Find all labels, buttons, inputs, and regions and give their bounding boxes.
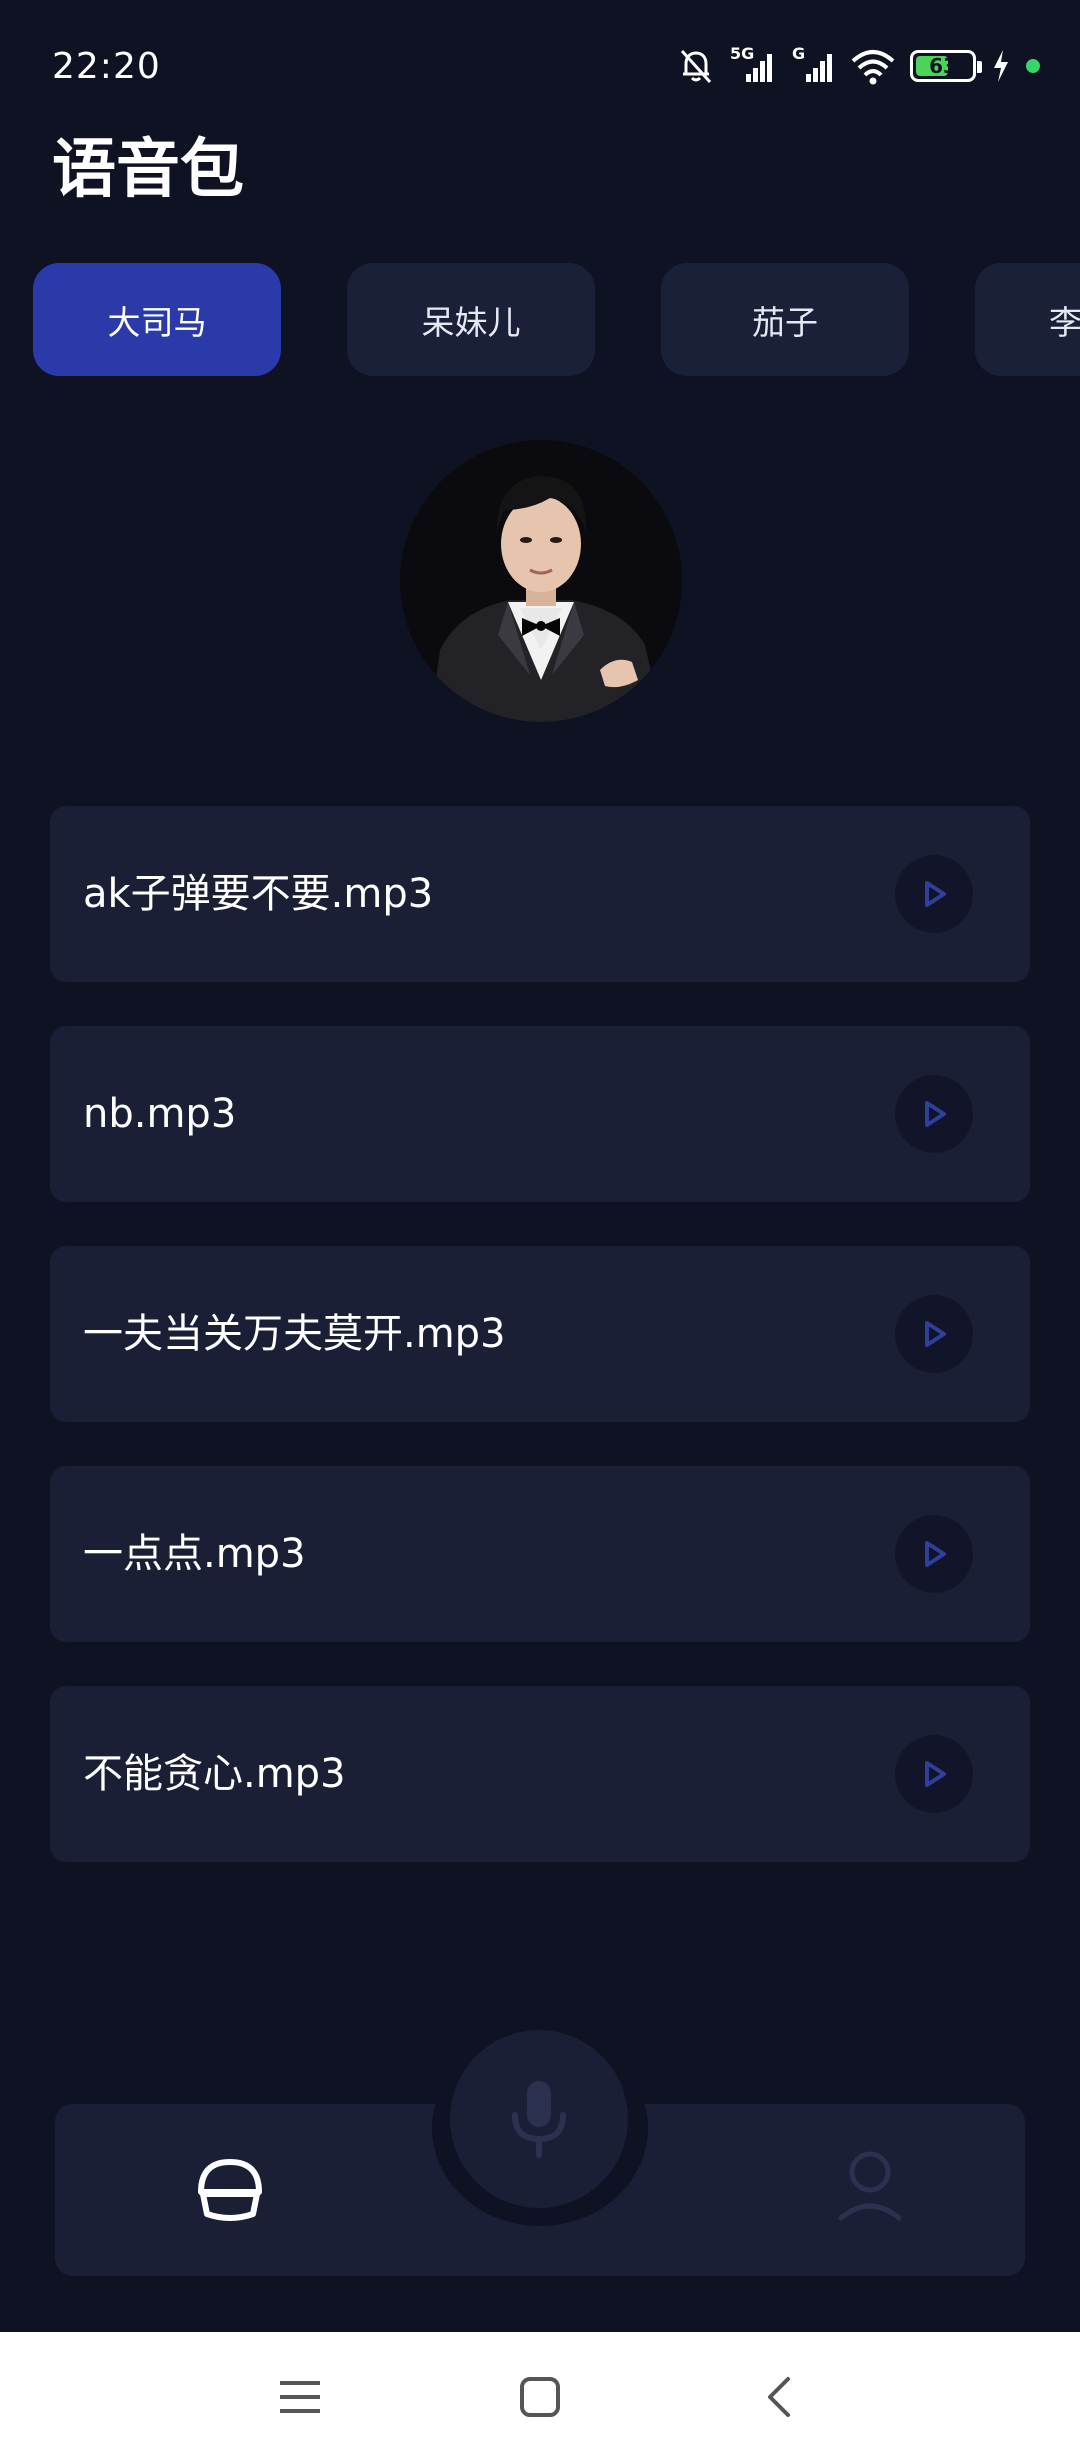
- avatar: [400, 440, 682, 722]
- system-back-button[interactable]: [745, 2362, 815, 2432]
- system-menu-button[interactable]: [265, 2362, 335, 2432]
- battery-level: 63: [929, 54, 957, 78]
- system-nav-bar: [0, 2332, 1080, 2460]
- tab-qiezi[interactable]: 茄子: [661, 263, 909, 376]
- voice-pack-screen: 22:20 5G G 63 语音包 大司马 呆妹儿 茄子 李 ak子弹要不要.m…: [0, 0, 1080, 2460]
- nav-home-button[interactable]: [175, 2134, 285, 2244]
- list-item[interactable]: nb.mp3: [50, 1026, 1030, 1202]
- home-icon: [198, 2159, 262, 2221]
- signal-icon: G: [790, 44, 836, 86]
- mute-bell-icon: [676, 46, 716, 86]
- category-tabs: 大司马 呆妹儿 茄子 李: [33, 263, 1080, 377]
- wifi-icon: [850, 46, 896, 86]
- play-button[interactable]: [895, 1515, 973, 1593]
- page-title: 语音包: [52, 133, 244, 207]
- play-icon: [925, 1541, 946, 1567]
- tab-li[interactable]: 李: [975, 263, 1080, 376]
- play-icon: [925, 1321, 946, 1347]
- microphone-button[interactable]: [450, 2030, 628, 2208]
- play-button[interactable]: [895, 1295, 973, 1373]
- status-time: 22:20: [52, 46, 161, 87]
- sound-name: ak子弹要不要.mp3: [83, 871, 434, 917]
- battery-tip: [977, 61, 982, 73]
- network-type-label: 5G: [730, 44, 755, 63]
- sound-name: 一点点.mp3: [83, 1531, 306, 1577]
- list-item[interactable]: 一点点.mp3: [50, 1466, 1030, 1642]
- play-button[interactable]: [895, 855, 973, 933]
- microphone-icon: [512, 2081, 566, 2158]
- profile-icon: [838, 2151, 902, 2221]
- status-bar: 22:20 5G G 63: [0, 0, 1080, 130]
- list-item[interactable]: 不能贪心.mp3: [50, 1686, 1030, 1862]
- system-home-button[interactable]: [505, 2362, 575, 2432]
- nav-profile-button[interactable]: [815, 2130, 925, 2240]
- tab-dasima[interactable]: 大司马: [33, 263, 281, 376]
- sound-name: 一夫当关万夫莫开.mp3: [83, 1311, 506, 1357]
- charging-icon: [990, 46, 1012, 86]
- play-icon: [925, 1761, 946, 1787]
- signal-icon: 5G: [730, 44, 776, 86]
- status-icons: 5G G 63: [676, 44, 1040, 88]
- network-type-label: G: [792, 44, 806, 63]
- play-button[interactable]: [895, 1735, 973, 1813]
- home-square-icon: [520, 2377, 560, 2417]
- list-item[interactable]: ak子弹要不要.mp3: [50, 806, 1030, 982]
- sound-list: ak子弹要不要.mp3 nb.mp3 一夫当关万夫莫开.mp3 一点点.mp3 …: [50, 806, 1030, 1906]
- tab-daimeier[interactable]: 呆妹儿: [347, 263, 595, 376]
- menu-icon: [280, 2381, 320, 2413]
- notification-dot-icon: [1026, 59, 1040, 73]
- play-button[interactable]: [895, 1075, 973, 1153]
- sound-name: 不能贪心.mp3: [83, 1751, 346, 1797]
- play-icon: [925, 1101, 946, 1127]
- sound-name: nb.mp3: [83, 1091, 237, 1137]
- list-item[interactable]: 一夫当关万夫莫开.mp3: [50, 1246, 1030, 1422]
- battery-icon: 63: [910, 50, 982, 82]
- back-icon: [768, 2377, 790, 2417]
- play-icon: [925, 881, 946, 907]
